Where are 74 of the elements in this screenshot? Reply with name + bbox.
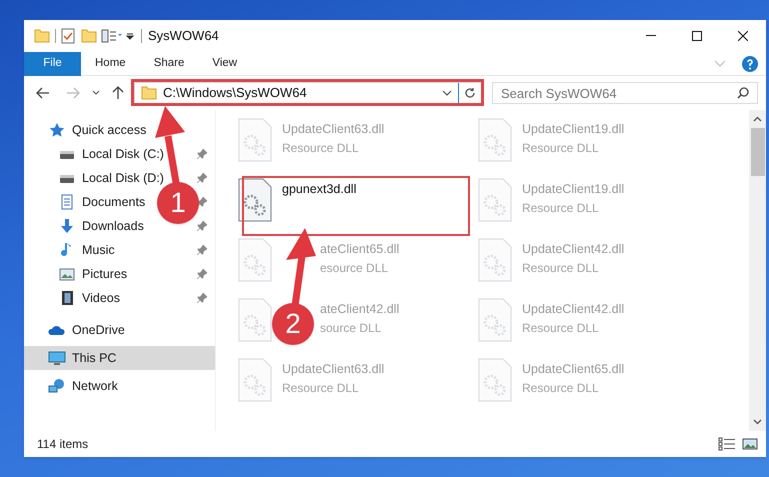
folder-icon [141,86,157,100]
minimize-icon[interactable] [646,35,656,37]
chevron-down-icon[interactable] [92,90,100,96]
file-type: Resource DLL [282,380,360,397]
checkmark-document-icon[interactable] [61,28,75,44]
pin-icon[interactable] [197,149,207,159]
picture-icon [58,266,76,282]
file-gear-icon [238,178,272,222]
up-arrow-icon[interactable] [112,86,124,100]
file-type: Resource DLL [522,200,600,217]
sidebar-item[interactable]: Network [48,376,118,396]
sidebar-item[interactable]: This PC [48,348,116,368]
sidebar-item[interactable]: Quick access [48,120,146,140]
network-icon [48,378,66,394]
refresh-icon[interactable] [464,87,476,99]
scrollbar[interactable] [749,110,766,431]
file-name[interactable]: gpunext3d.dll [282,180,356,199]
window-title: SysWOW64 [148,27,219,46]
close-icon[interactable] [738,31,748,41]
ribbon-tab[interactable]: View [198,52,252,76]
sidebar-item[interactable]: Music [58,240,115,260]
chevron-up-icon[interactable] [753,116,762,122]
file-type: Resource DLL [282,140,360,157]
file-gear-icon [238,118,272,162]
dropdown-caret-icon[interactable] [125,31,135,41]
pin-icon[interactable] [197,269,207,279]
file-type: source DLL [320,320,382,337]
back-arrow-icon[interactable] [36,87,50,99]
sidebar-item[interactable]: Downloads [58,216,144,236]
file-gear-icon [238,358,272,402]
scrollbar-thumb[interactable] [750,128,764,176]
folder-icon [34,29,50,43]
sidebar-item[interactable]: Videos [58,288,120,308]
ribbon-tab[interactable]: Share [140,52,198,76]
pin-icon[interactable] [197,197,207,207]
maximize-icon[interactable] [692,31,702,41]
file-type: Resource DLL [522,380,600,397]
search-icon[interactable] [737,87,749,99]
sidebar-item[interactable]: OneDrive [48,320,125,340]
address-bar[interactable]: C:\Windows\SysWOW64 [134,82,482,104]
pin-icon[interactable] [197,245,207,255]
sidebar-item[interactable]: Documents [58,192,146,212]
star-icon [48,122,66,138]
file-gear-icon [238,238,272,282]
pin-icon[interactable] [197,293,207,303]
file-type: Resource DLL [522,260,600,277]
details-view-icon[interactable] [718,437,736,451]
file-gear-icon [478,118,512,162]
ribbon-tab[interactable]: File [24,52,81,76]
item-count: 114 items [37,436,88,453]
sidebar-item[interactable]: Local Disk (C:) [58,144,164,164]
file-gear-icon [478,178,512,222]
help-icon[interactable] [742,56,758,72]
file-gear-icon [478,358,512,402]
search-field[interactable]: Search SysWOW64 [493,83,737,103]
address-path: C:\Windows\SysWOW64 [163,84,307,102]
computer-icon [48,350,66,366]
sidebar-item[interactable]: Pictures [58,264,128,284]
file-gear-icon [478,298,512,342]
file-type: Resource DLL [522,140,600,157]
download-arrow-icon [58,218,76,234]
ribbon-tab[interactable]: Home [81,52,140,76]
search-box[interactable]: Search SysWOW64 [492,82,758,104]
chevron-down-icon[interactable] [753,419,762,425]
large-icons-view-icon[interactable] [742,437,758,451]
pin-icon[interactable] [197,173,207,183]
file-gear-icon [238,298,272,342]
properties-icon[interactable] [101,29,123,43]
new-folder-icon [81,29,97,43]
file-type: esource DLL [320,260,390,277]
file-type: Resource DLL [522,320,600,337]
chevron-down-icon[interactable] [442,90,452,96]
pin-icon[interactable] [197,221,207,231]
file-gear-icon [478,238,512,282]
